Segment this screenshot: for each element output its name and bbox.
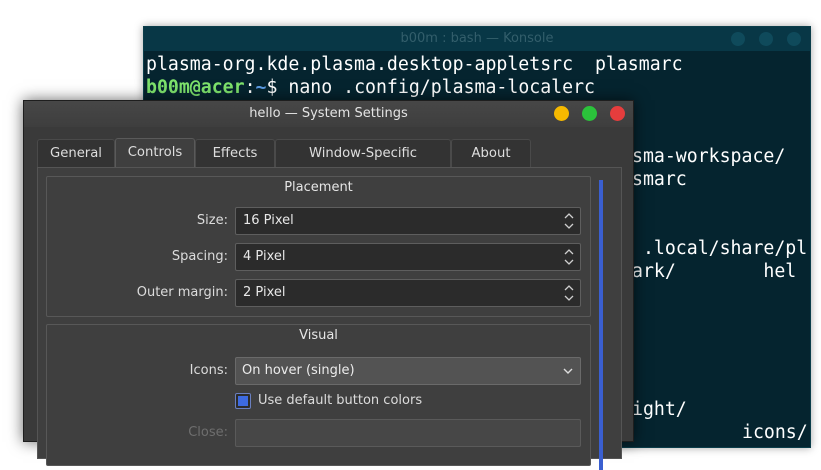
terminal-line: ight/ [632, 399, 687, 420]
spin-arrows-icon[interactable] [564, 283, 574, 303]
spin-arrows-icon[interactable] [564, 211, 574, 231]
close-button[interactable] [610, 106, 625, 121]
minimize-button[interactable] [554, 106, 569, 121]
visual-group: Visual Icons: On hover (single) Use defa… [46, 324, 591, 466]
konsole-title: b00m : bash — Konsole [400, 31, 554, 46]
terminal-line: sma-workspace/ [632, 146, 786, 167]
spacing-value: 4 Pixel [243, 249, 286, 264]
spacing-spinbox[interactable]: 4 Pixel [235, 243, 581, 271]
close-icon[interactable] [787, 32, 801, 46]
default-button-colors-checkbox[interactable] [235, 393, 251, 409]
tab-controls[interactable]: Controls [115, 138, 195, 168]
icons-dropdown[interactable]: On hover (single) [235, 357, 581, 385]
close-color-button[interactable] [235, 419, 581, 447]
controls-tab-page: Placement Size: 16 Pixel Spacing: 4 Pixe… [37, 167, 622, 470]
system-settings-window[interactable]: hello — System Settings General Controls… [23, 100, 634, 470]
window-title: hello — System Settings [249, 106, 408, 121]
konsole-titlebar[interactable]: b00m : bash — Konsole [144, 27, 810, 51]
minimize-icon[interactable] [731, 32, 745, 46]
placement-group: Placement Size: 16 Pixel Spacing: 4 Pixe… [46, 176, 591, 317]
prompt-user: b00m@acer [146, 77, 245, 98]
group-title: Placement [284, 180, 353, 195]
terminal-line: ark/ hel [632, 261, 797, 282]
chevron-down-icon[interactable] [563, 366, 573, 376]
prompt-separator: : [244, 77, 256, 98]
outer-margin-spinbox[interactable]: 2 Pixel [235, 279, 581, 307]
terminal-line: plasma-org.kde.plasma.desktop-appletsrc … [146, 54, 683, 75]
tab-about[interactable]: About [451, 139, 531, 167]
prompt-path: ~ [255, 77, 267, 98]
tab-window-specific-overrides[interactable]: Window-Specific Overrides [275, 139, 451, 188]
maximize-icon[interactable] [759, 32, 773, 46]
close-color-label: Close: [188, 425, 228, 440]
size-label: Size: [196, 213, 228, 228]
icons-label: Icons: [189, 363, 228, 378]
size-value: 16 Pixel [243, 213, 294, 228]
maximize-button[interactable] [582, 106, 597, 121]
terminal-line: icons/ [742, 422, 808, 443]
default-button-colors-label[interactable]: Use default button colors [258, 393, 422, 408]
settings-titlebar[interactable]: hello — System Settings [24, 101, 633, 127]
prompt-command: $ nano .config/plasma-localerc [266, 77, 595, 98]
group-title: Visual [299, 328, 338, 343]
tab-general[interactable]: General [37, 139, 115, 167]
scrollbar[interactable] [599, 180, 603, 470]
icons-value: On hover (single) [242, 363, 355, 378]
outer-margin-value: 2 Pixel [243, 285, 286, 300]
size-spinbox[interactable]: 16 Pixel [235, 207, 581, 235]
tab-effects[interactable]: Effects [195, 139, 275, 167]
terminal-line: .local/share/pl [632, 238, 808, 259]
scrollbar-thumb[interactable] [599, 180, 603, 470]
checkbox-check-icon [238, 396, 248, 406]
terminal-line: smarc [632, 169, 687, 190]
outer-margin-label: Outer margin: [136, 285, 228, 300]
terminal-prompt-line: b00m@acer:~$ nano .config/plasma-localer… [146, 76, 595, 99]
spacing-label: Spacing: [171, 249, 228, 264]
spin-arrows-icon[interactable] [564, 247, 574, 267]
